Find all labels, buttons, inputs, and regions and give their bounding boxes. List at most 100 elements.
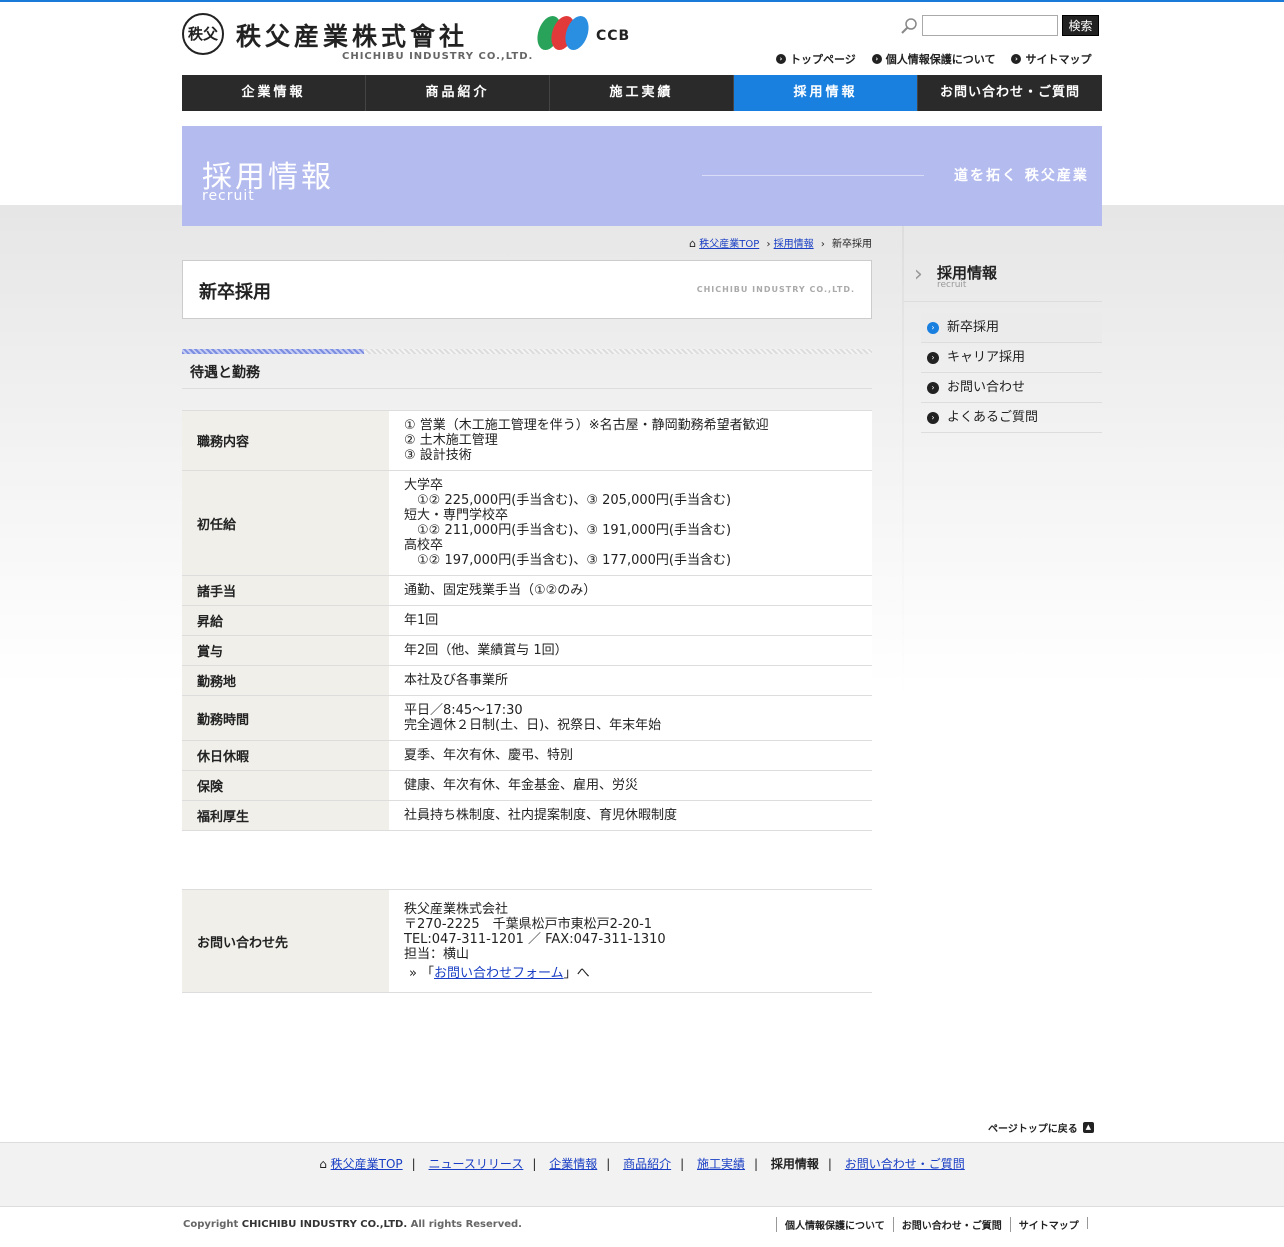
sidebar-subtitle: recruit — [937, 280, 967, 290]
row-label: 昇給 — [182, 605, 389, 636]
contact-table: お問い合わせ先 秩父産業株式会社 〒270-2225 千葉県松戸市東松戸2-20… — [182, 889, 872, 993]
header-link-top[interactable]: › トップページ — [776, 51, 856, 67]
row-value-line: ①② 211,000円(手当含む)、③ 191,000円(手当含む) — [404, 523, 732, 538]
row-value-line: 通勤、固定残業手当（①②のみ） — [404, 583, 597, 598]
row-value-line: 高校卒 — [404, 538, 444, 553]
sidebar-item-label: お問い合わせ — [947, 380, 1026, 395]
breadcrumb-home[interactable]: 秩父産業TOP — [699, 239, 759, 250]
top-accent-line — [0, 0, 1284, 2]
arrow-icon: › — [927, 351, 939, 364]
footer-nav-products[interactable]: 商品紹介 — [623, 1157, 671, 1171]
page-banner: 採用情報 recruit 道を拓く 秩父産業 — [182, 126, 1102, 226]
separator: | — [532, 1157, 537, 1171]
separator: | — [411, 1157, 416, 1171]
link-prefix: 「 — [420, 965, 434, 981]
contact-line: TEL:047-311-1201 ／ FAX:047-311-1310 — [404, 931, 666, 947]
header-link-sitemap[interactable]: › サイトマップ — [1011, 51, 1091, 67]
page-top-link[interactable]: ページトップに戻る ▲ — [988, 1120, 1094, 1135]
sidebar-item-career[interactable]: › キャリア採用 — [921, 343, 1102, 373]
nav-item-products[interactable]: 商品紹介 — [366, 75, 550, 111]
copyright-company: CHICHIBU INDUSTRY CO.,LTD. — [241, 1219, 408, 1230]
header-link-label: トップページ — [790, 53, 856, 66]
table-row: 職務内容 ① 営業（木工施工管理を伴う）※名古屋・静岡勤務希望者歓迎 ② 土木施工管… — [182, 410, 872, 471]
logo-mark: 秩父 — [182, 13, 224, 55]
row-value-line: 夏季、年次有休、慶弔、特別 — [404, 748, 574, 763]
table-row: 勤務時間 平日／8:45～17:30 完全週休２日制(土、日)、祝祭日、年末年始 — [182, 695, 872, 741]
contact-form-link[interactable]: お問い合わせフォーム — [434, 966, 564, 981]
separator — [1086, 1217, 1088, 1229]
table-row: 勤務地 本社及び各事業所 — [182, 665, 872, 696]
search-input[interactable] — [922, 15, 1058, 36]
row-value: 年1回 — [389, 605, 872, 636]
company-logo[interactable]: 秩父 秩父産業株式會社 CHICHIBU INDUSTRY CO.,LTD. C… — [182, 13, 642, 65]
footer-nav: ⌂ 秩父産業TOP | ニュースリリース | 企業情報 | 商品紹介 | 施工実績 | 採… — [0, 1155, 1284, 1172]
sidebar-item-faq[interactable]: › よくあるご質問 — [921, 403, 1102, 433]
header-link-label: サイトマップ — [1025, 53, 1092, 66]
row-value-line: ① 営業（木工施工管理を伴う）※名古屋・静岡勤務希望者歓迎 — [404, 418, 769, 433]
footer-link-contact[interactable]: お問い合わせ・ご質問 — [892, 1217, 1010, 1232]
logo-english: CHICHIBU INDUSTRY CO.,LTD. — [342, 51, 534, 62]
row-label: 福利厚生 — [182, 800, 389, 831]
footer-nav-home[interactable]: 秩父産業TOP — [331, 1157, 403, 1171]
row-value-line: 年1回 — [404, 613, 439, 628]
header-link-label: 個人情報保護について — [885, 53, 996, 66]
row-value-line: ② 土木施工管理 — [404, 433, 498, 448]
row-label: 職務内容 — [182, 410, 389, 471]
footer-nav-works[interactable]: 施工実績 — [697, 1157, 745, 1171]
footer-nav-band: ⌂ 秩父産業TOP | ニュースリリース | 企業情報 | 商品紹介 | 施工実績 | 採… — [0, 1142, 1284, 1207]
double-chevron-icon: » — [409, 965, 417, 981]
row-value: 本社及び各事業所 — [389, 665, 872, 696]
copyright-prefix: Copyright — [183, 1219, 239, 1230]
sidebar-item-label: キャリア採用 — [947, 350, 1026, 365]
row-value-line: 完全週休２日制(土、日)、祝祭日、年末年始 — [404, 718, 662, 733]
contact-label: お問い合わせ先 — [182, 889, 389, 993]
banner-tagline: 道を拓く 秩父産業 — [954, 168, 1089, 184]
table-row: 休日休暇 夏季、年次有休、慶弔、特別 — [182, 740, 872, 771]
nav-item-company[interactable]: 企業情報 — [182, 75, 366, 111]
table-row: 保険 健康、年次有休、年金基金、雇用、労災 — [182, 770, 872, 801]
breadcrumb-parent[interactable]: 採用情報 — [774, 239, 814, 250]
footer-nav-company[interactable]: 企業情報 — [549, 1157, 597, 1171]
row-value: 平日／8:45～17:30 完全週休２日制(土、日)、祝祭日、年末年始 — [389, 695, 872, 741]
sidebar-item-label: 新卒採用 — [947, 320, 1000, 335]
row-value-line: 本社及び各事業所 — [404, 673, 509, 688]
footer-link-sitemap[interactable]: サイトマップ — [1009, 1217, 1087, 1232]
contact-line: 〒270-2225 千葉県松戸市東松戸2-20-1 — [404, 916, 653, 932]
row-label: 勤務時間 — [182, 695, 389, 741]
footer-nav-contact[interactable]: お問い合わせ・ご質問 — [845, 1157, 965, 1171]
footer-nav-news[interactable]: ニュースリリース — [429, 1157, 524, 1171]
row-value: 大学卒 ①② 225,000円(手当含む)、③ 205,000円(手当含む) 短大… — [389, 470, 872, 576]
search-button[interactable]: 検索 — [1062, 15, 1099, 36]
breadcrumb: ⌂ 秩父産業TOP › 採用情報 › 新卒採用 — [182, 235, 872, 250]
banner-divider — [702, 175, 924, 176]
row-value: 年2回（他、業績賞与 1回） — [389, 635, 872, 666]
footer-link-privacy[interactable]: 個人情報保護について — [776, 1217, 893, 1232]
contact-line: 担当：横山 — [404, 946, 470, 962]
row-value: 社員持ち株制度、社内提案制度、育児休暇制度 — [389, 800, 872, 831]
nav-item-works[interactable]: 施工実績 — [550, 75, 734, 111]
table-row: 昇給 年1回 — [182, 605, 872, 636]
home-icon: ⌂ — [689, 237, 697, 250]
row-label: 保険 — [182, 770, 389, 801]
nav-item-recruit[interactable]: 採用情報 — [734, 75, 918, 111]
breadcrumb-current: 新卒採用 — [832, 239, 872, 250]
arrow-icon: › — [927, 381, 939, 394]
row-label: 賞与 — [182, 635, 389, 666]
row-value: ① 営業（木工施工管理を伴う）※名古屋・静岡勤務希望者歓迎 ② 土木施工管理 ③ 設… — [389, 410, 872, 471]
banner-subtitle: recruit — [202, 188, 255, 204]
row-label: 諸手当 — [182, 575, 389, 606]
footer-nav-recruit: 採用情報 — [770, 1157, 819, 1171]
row-value-line: ①② 197,000円(手当含む)、③ 177,000円(手当含む) — [404, 553, 732, 568]
separator: | — [606, 1157, 611, 1171]
header-link-privacy[interactable]: › 個人情報保護について — [871, 51, 996, 67]
contact-line: 秩父産業株式会社 — [404, 901, 509, 917]
nav-item-contact[interactable]: お問い合わせ・ご質問 — [918, 75, 1102, 111]
conditions-table-body: 職務内容 ① 営業（木工施工管理を伴う）※名古屋・静岡勤務希望者歓迎 ② 土木施工管… — [182, 410, 872, 831]
sidebar-item-contact[interactable]: › お問い合わせ — [921, 373, 1102, 403]
row-label: 勤務地 — [182, 665, 389, 696]
arrow-icon: › — [927, 411, 939, 424]
section-title: 待遇と勤務 — [190, 365, 260, 381]
sidebar-item-new-graduate[interactable]: › 新卒採用 — [921, 313, 1102, 343]
chevron-right-icon: › — [914, 262, 923, 287]
separator: | — [680, 1157, 685, 1171]
